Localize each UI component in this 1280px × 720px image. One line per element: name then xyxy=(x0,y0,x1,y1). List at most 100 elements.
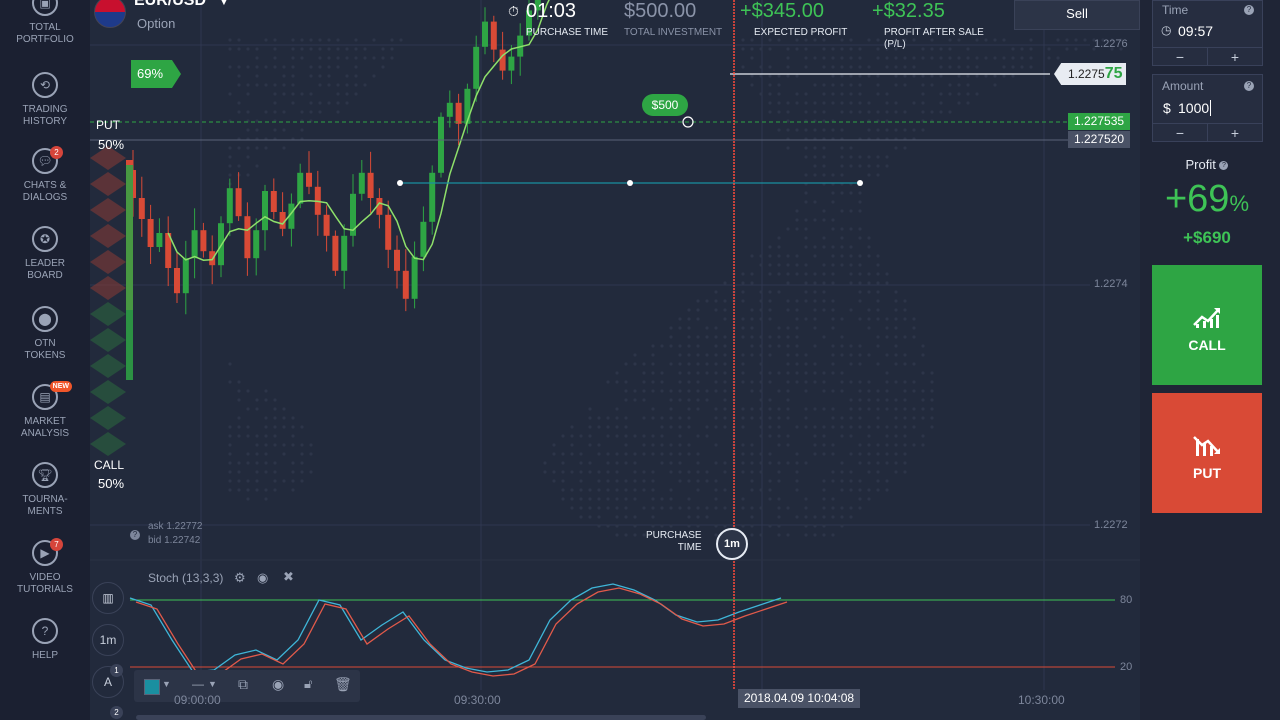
chevron-down-icon[interactable]: ▼ xyxy=(208,679,217,689)
help-icon[interactable]: ? xyxy=(130,530,140,540)
amount-minus-button[interactable]: − xyxy=(1153,123,1208,142)
map-dot xyxy=(741,281,745,285)
map-dot xyxy=(588,461,592,465)
time-plus-button[interactable]: + xyxy=(1208,47,1262,66)
candle-body xyxy=(490,21,497,50)
map-dot xyxy=(795,74,799,78)
map-dot xyxy=(885,92,889,96)
map-dot xyxy=(246,497,250,501)
amount-plus-button[interactable]: + xyxy=(1208,123,1262,142)
map-dot xyxy=(867,290,871,294)
map-dot xyxy=(660,524,664,528)
sidebar-item-tourna[interactable]: 🏆︎ TOURNA- MENTS xyxy=(0,462,90,518)
timeframe-button[interactable]: 1m xyxy=(92,624,124,656)
map-dot xyxy=(759,461,763,465)
eye-icon[interactable]: ◉ xyxy=(272,676,284,693)
sidebar-item-otn[interactable]: ⬤ OTN TOKENS xyxy=(0,306,90,362)
price-chart[interactable] xyxy=(90,0,1140,720)
purchase-timer: 1m xyxy=(716,528,748,560)
trash-icon[interactable]: 🗑︎ xyxy=(334,676,352,693)
call-button[interactable]: CALL xyxy=(1152,265,1262,385)
help-icon[interactable]: ? xyxy=(1219,161,1229,171)
chevron-down-icon[interactable]: ▼ xyxy=(218,0,230,8)
strike-price-tag: 1.227520 xyxy=(1068,131,1131,148)
map-dot xyxy=(588,407,592,411)
map-dot xyxy=(669,335,673,339)
map-dot xyxy=(903,110,907,114)
time-selector[interactable]: Time ? ◷ 09:57 − + xyxy=(1152,0,1263,66)
gear-icon[interactable]: ⚙ xyxy=(234,570,246,586)
map-dot xyxy=(282,416,286,420)
map-dot xyxy=(624,461,628,465)
map-dot xyxy=(903,317,907,321)
map-dot xyxy=(849,380,853,384)
time-minus-button[interactable]: − xyxy=(1153,47,1208,66)
sidebar-item-chats[interactable]: 💬︎ 2 CHATS & DIALOGS xyxy=(0,146,90,204)
put-button[interactable]: PUT xyxy=(1152,393,1262,513)
flag-icon xyxy=(94,0,126,28)
map-dot xyxy=(651,380,655,384)
map-dot xyxy=(1047,56,1051,60)
y-tick-label: 1.2276 xyxy=(1094,38,1128,50)
map-dot xyxy=(831,272,835,276)
map-dot xyxy=(741,425,745,429)
map-dot xyxy=(975,65,979,69)
chart-type-button[interactable]: ▥ xyxy=(92,582,124,614)
map-dot xyxy=(804,263,808,267)
chevron-down-icon[interactable]: ▼ xyxy=(162,679,171,689)
lock-icon[interactable]: 🔓︎ xyxy=(304,676,312,692)
help-icon[interactable]: ? xyxy=(1244,5,1254,15)
sidebar-item-leader[interactable]: ✪ LEADER BOARD xyxy=(0,226,90,282)
x-tick-label: 09:00:00 xyxy=(174,693,221,707)
map-dot xyxy=(813,281,817,285)
map-dot xyxy=(705,425,709,429)
map-dot xyxy=(804,38,808,42)
color-swatch[interactable] xyxy=(144,679,160,695)
sidebar-item-total[interactable]: ▣ TOTAL PORTFOLIO xyxy=(0,0,90,46)
map-dot xyxy=(678,416,682,420)
amount-selector[interactable]: Amount ? $ 1000 − + xyxy=(1152,74,1263,142)
copy-icon[interactable]: ⧉ xyxy=(238,676,248,693)
map-dot xyxy=(687,425,691,429)
close-icon[interactable]: ✖ xyxy=(283,569,294,585)
sidebar-item-market[interactable]: ▤ NEW MARKET ANALYSIS xyxy=(0,381,90,440)
sidebar-item-trading[interactable]: ⟲ TRADING HISTORY xyxy=(0,72,90,128)
candle-body xyxy=(446,102,453,117)
eye-icon[interactable]: ◉ xyxy=(257,570,268,586)
map-dot xyxy=(327,74,331,78)
chart-area[interactable]: EUR/USD ▼ Option ⏱ 01:03 PURCHASE TIME $… xyxy=(90,0,1140,720)
map-dot xyxy=(624,452,628,456)
chart-scrollbar[interactable] xyxy=(136,715,706,720)
map-dot xyxy=(723,317,727,321)
call-sentiment-label: CALL xyxy=(94,458,125,472)
sidebar-item-help[interactable]: ? HELP xyxy=(0,618,90,662)
map-dot xyxy=(624,389,628,393)
asset-selector[interactable]: EUR/USD ▼ Option xyxy=(92,0,242,34)
line-style-icon[interactable]: — xyxy=(192,677,204,691)
history-icon: ⟲ xyxy=(32,72,58,98)
help-icon[interactable]: ? xyxy=(1244,81,1254,91)
map-dot xyxy=(912,389,916,393)
map-dot xyxy=(822,146,826,150)
map-dot xyxy=(822,434,826,438)
map-dot xyxy=(705,506,709,510)
map-dot xyxy=(885,56,889,60)
map-dot xyxy=(849,74,853,78)
map-dot xyxy=(858,254,862,258)
map-dot xyxy=(705,398,709,402)
candle-body xyxy=(174,268,180,294)
map-dot xyxy=(795,101,799,105)
map-dot xyxy=(876,281,880,285)
sell-button[interactable]: Sell xyxy=(1014,0,1140,30)
map-dot xyxy=(741,506,745,510)
map-dot xyxy=(678,344,682,348)
asset-name: EUR/USD xyxy=(134,0,207,9)
map-dot xyxy=(318,101,322,105)
map-dot xyxy=(300,38,304,42)
map-dot xyxy=(282,146,286,150)
sidebar-item-video[interactable]: ▶ 7 VIDEO TUTORIALS xyxy=(0,538,90,596)
map-dot xyxy=(885,452,889,456)
map-dot xyxy=(282,65,286,69)
amount-input[interactable]: 1000 xyxy=(1178,100,1212,116)
map-dot xyxy=(273,65,277,69)
